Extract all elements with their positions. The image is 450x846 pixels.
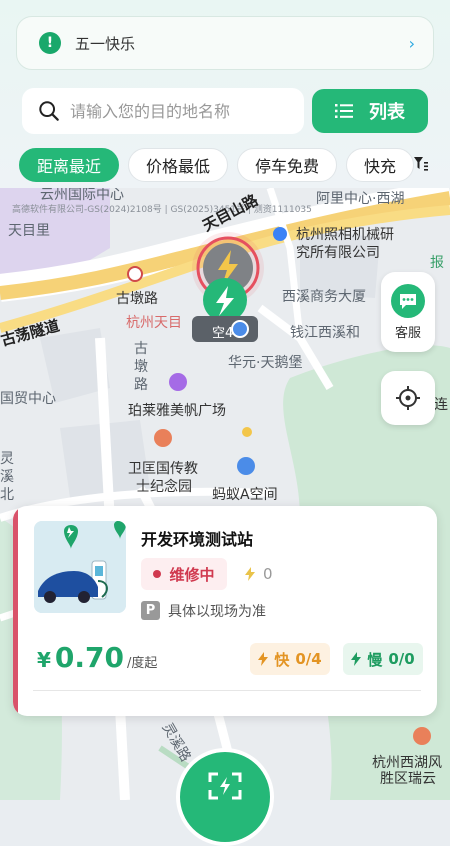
map-label: 究所有限公司: [296, 245, 380, 261]
divider: [33, 690, 421, 691]
filter-free-parking[interactable]: 停车免费: [237, 148, 338, 182]
station-marker[interactable]: [196, 242, 260, 322]
slow-label: 慢: [367, 650, 383, 669]
crosshair-icon: [396, 386, 420, 410]
map-label: 连: [434, 397, 448, 413]
map-label: 天目里: [8, 223, 50, 239]
search-bar[interactable]: [22, 88, 304, 134]
scan-icon: [208, 772, 242, 800]
status-badge: 维修中: [141, 558, 227, 590]
map-label: 报: [430, 255, 444, 271]
parking-icon: P: [141, 601, 160, 620]
chevron-right-icon: ›: [408, 33, 415, 53]
map-label: 钱江西溪和: [290, 325, 360, 341]
list-icon: [335, 104, 353, 118]
map-label: 杭州照相机械研: [296, 227, 394, 243]
notice-bar[interactable]: ! 五一快乐 ›: [16, 16, 434, 70]
map-label: 国贸中心: [0, 391, 56, 407]
status-dot: [153, 570, 162, 578]
service-label: 客服: [394, 325, 421, 341]
station-image: [34, 521, 126, 613]
fast-label: 快: [274, 650, 290, 669]
map-label: 古墩路: [116, 291, 158, 307]
filter-fast-charge[interactable]: 快充: [346, 148, 415, 182]
service-button[interactable]: 客服: [381, 272, 435, 352]
map-label: 古墩路: [134, 341, 148, 393]
price-value: 0.70: [54, 641, 125, 674]
bolt-icon: [245, 567, 255, 581]
map-label: 蚂蚁A空间: [212, 487, 278, 503]
fast-count: 0/4: [295, 650, 322, 668]
notice-text: 五一快乐: [75, 34, 136, 53]
status-edge: [13, 506, 18, 716]
map-label: 胜区瑞云: [380, 771, 436, 787]
slow-charger-badge: 慢 0/0: [343, 643, 423, 675]
station-name: 开发环境测试站: [141, 530, 254, 549]
price-unit: /度起: [127, 656, 158, 671]
list-button[interactable]: 列表: [312, 89, 428, 133]
fast-charger-badge: 快 0/4: [250, 643, 330, 675]
bolt-count-value: 0: [263, 565, 273, 583]
map-label: 云州国际中心: [40, 188, 124, 203]
price-symbol: ¥: [37, 648, 51, 672]
list-button-label: 列表: [369, 102, 405, 123]
parking-note: 具体以现场为准: [168, 604, 266, 620]
search-icon: [39, 101, 59, 121]
station-card[interactable]: 开发环境测试站 维修中 0 P 具体以现场为准 ¥ 0.70 /度起 快 0/4…: [13, 506, 437, 716]
filter-nearest[interactable]: 距离最近: [19, 148, 120, 182]
map-label: 卫匡国传教: [128, 461, 198, 477]
bolt-icon: [351, 652, 362, 666]
chat-icon: [391, 283, 425, 318]
map-label: 杭州天目: [126, 315, 182, 331]
locate-button[interactable]: [381, 371, 435, 425]
map-label: 阿里中心·西湖: [316, 191, 405, 207]
map-label: 西溪商务大厦: [282, 289, 366, 305]
slow-count: 0/0: [388, 650, 415, 668]
status-text: 维修中: [169, 565, 215, 584]
bolt-count: 0: [245, 565, 273, 583]
scan-button[interactable]: [176, 748, 274, 846]
info-icon: !: [39, 32, 61, 54]
map-label: 士纪念园: [136, 479, 192, 495]
filter-chips: 距离最近 价格最低 停车免费 快充: [19, 148, 415, 182]
bolt-icon: [258, 652, 269, 666]
filter-cheapest[interactable]: 价格最低: [128, 148, 229, 182]
search-input[interactable]: [68, 100, 292, 122]
map-label: 珀莱雅美帆广场: [128, 403, 226, 419]
map-label: 灵溪北: [0, 451, 14, 503]
filter-icon[interactable]: [414, 156, 428, 172]
price: ¥ 0.70 /度起: [37, 641, 157, 674]
marker-tag: 空4: [212, 326, 234, 341]
map-label: 华元·天鹅堡: [228, 355, 303, 371]
